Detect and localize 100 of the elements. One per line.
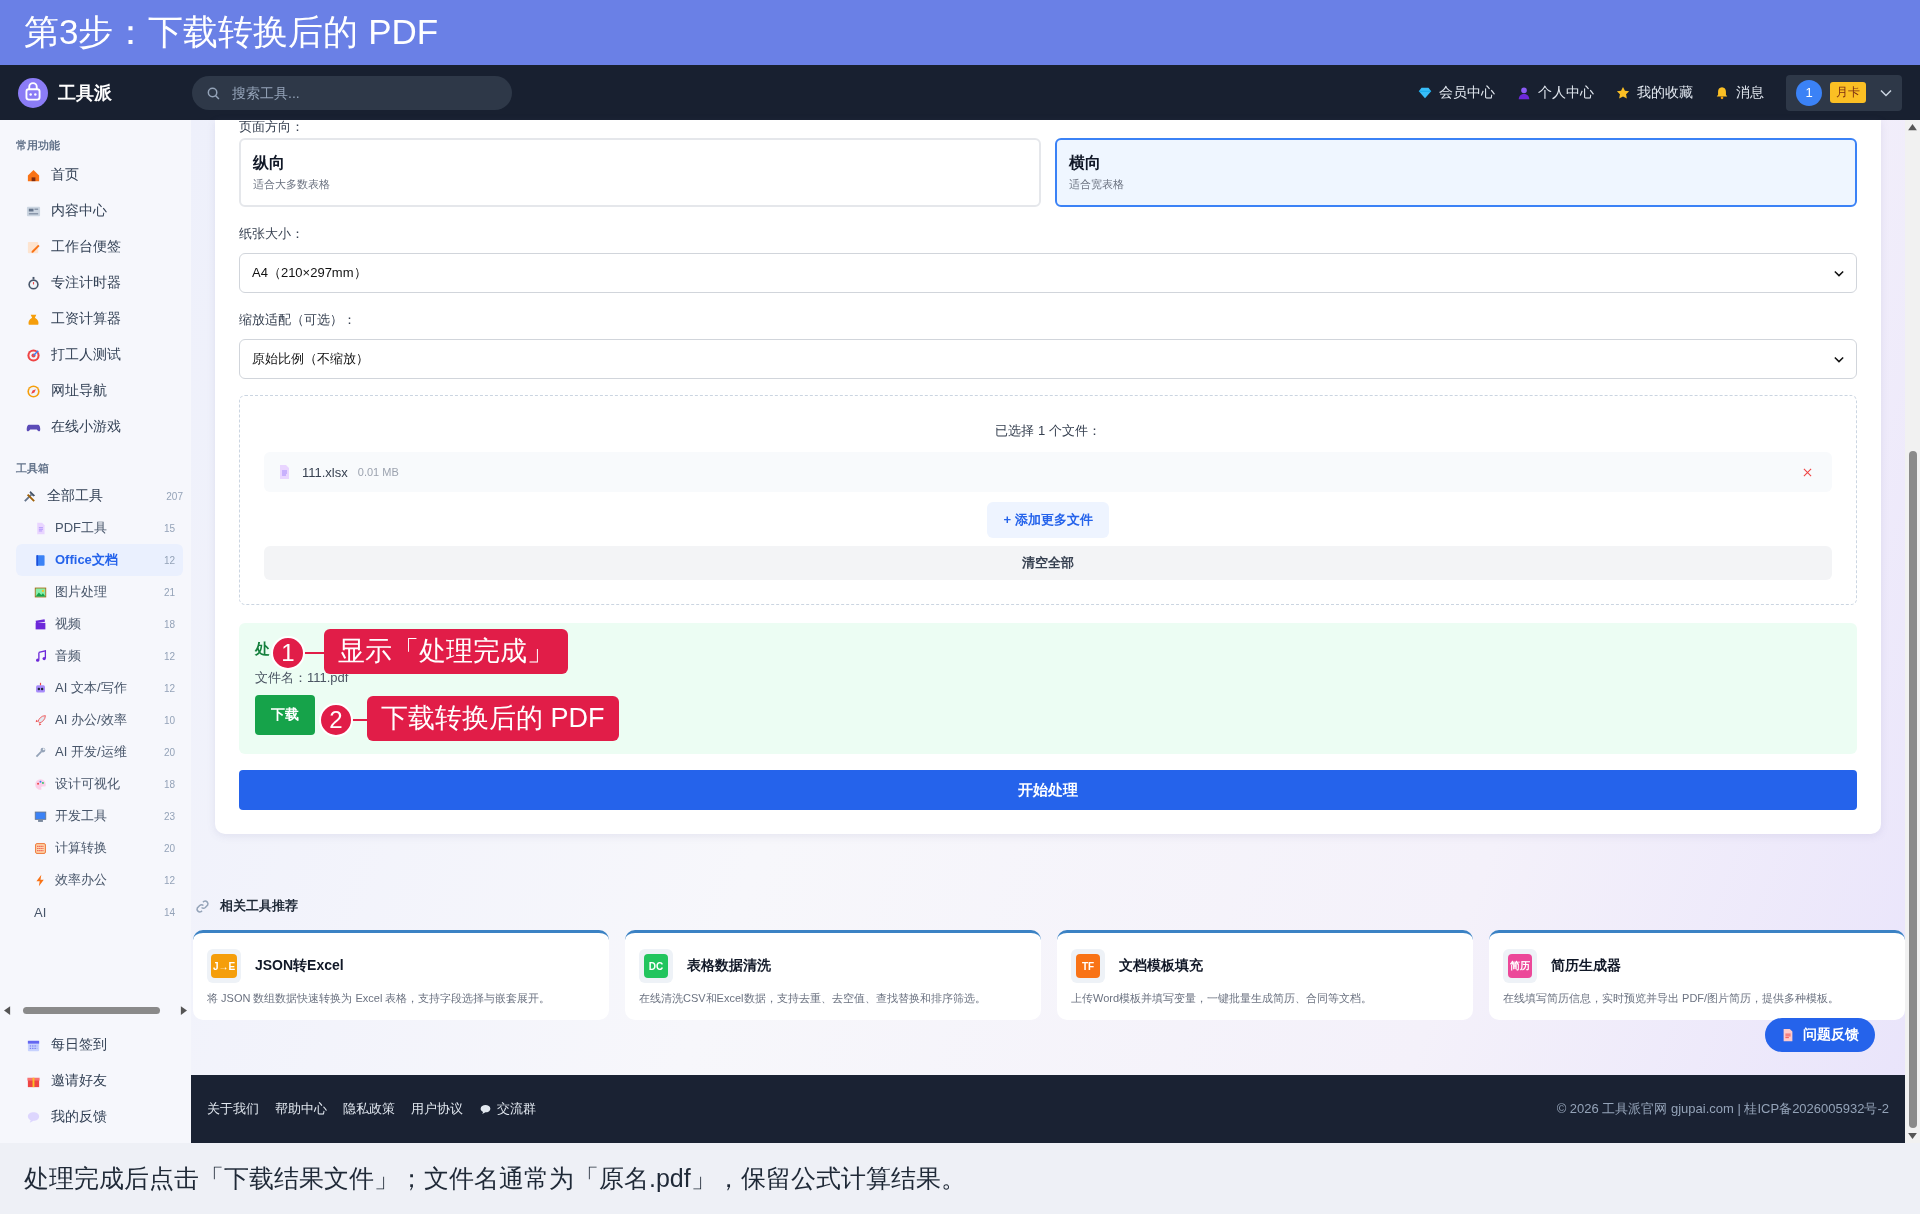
avatar: 1 — [1796, 79, 1822, 106]
chevron-down-icon — [1834, 269, 1844, 277]
tool-name: 简历生成器 — [1551, 957, 1621, 975]
sidebar-item[interactable]: 网址导航 — [0, 373, 191, 409]
tool-badge: TF — [1076, 954, 1100, 978]
picture-icon — [34, 585, 47, 599]
nav-link[interactable]: 会员中心 — [1418, 83, 1495, 102]
nav-link[interactable]: 消息 — [1715, 83, 1764, 102]
sidebar-item[interactable]: 开发工具 23 — [16, 800, 183, 832]
section-title: 工具箱 — [15, 461, 50, 476]
sidebar-item[interactable]: 邀请好友 — [0, 1063, 191, 1099]
sidebar-item[interactable]: 效率办公 12 — [16, 864, 183, 896]
note-icon — [26, 239, 41, 255]
tool-badge: DC — [644, 954, 668, 978]
copyright-text: © 2026 工具派官网 gjupai.com | 桂ICP备2026005932号-2 — [1556, 1100, 1889, 1118]
speech-bubble-icon — [26, 1109, 41, 1125]
logo-icon[interactable] — [18, 77, 48, 108]
speech-bubble-icon — [479, 1102, 492, 1116]
music-note-icon — [34, 649, 47, 663]
wrench-icon — [34, 745, 47, 759]
plan-badge: 月卡 — [1830, 82, 1866, 103]
start-button[interactable]: 开始处理 — [239, 770, 1857, 810]
sidebar-item[interactable]: Office文档 12 — [16, 544, 183, 576]
link-icon — [195, 898, 210, 914]
section-title: 相关工具推荐 — [220, 897, 298, 915]
nav-link[interactable]: 我的收藏 — [1616, 83, 1693, 102]
orientation-option[interactable]: 横向 适合宽表格 — [1055, 138, 1857, 207]
sidebar-item[interactable]: 工资计算器 — [0, 301, 191, 337]
tools-icon — [22, 488, 37, 504]
document-icon — [1781, 1028, 1795, 1042]
sidebar-item[interactable]: 我的反馈 — [0, 1099, 191, 1135]
tool-description: 将 JSON 数组数据快速转换为 Excel 表格，支持字段选择与嵌套展开。 — [207, 991, 552, 1006]
sidebar-item[interactable]: 每日签到 — [0, 1027, 191, 1063]
sidebar-item[interactable]: AI 办公/效率 10 — [16, 704, 183, 736]
sidebar-item[interactable]: 首页 — [0, 157, 191, 193]
sidebar-item[interactable]: 全部工具 207 — [0, 480, 191, 512]
step-number-badge: 1 — [271, 636, 305, 670]
field-label: 纸张大小： — [239, 225, 305, 243]
tool-description: 在线填写简历信息，实时预览并导出 PDF/图片简历，提供多种模板。 — [1503, 991, 1841, 1006]
scroll-left-arrow-icon[interactable] — [4, 1005, 11, 1015]
tool-name: 文档模板填充 — [1119, 957, 1203, 975]
compass-icon — [26, 383, 41, 399]
sidebar-item[interactable]: 图片处理 21 — [16, 576, 183, 608]
chevron-down-icon — [1880, 88, 1892, 97]
user-menu-button[interactable]: 1 月卡 — [1786, 74, 1902, 111]
sidebar-item[interactable]: AI 14 — [16, 896, 183, 928]
clear-all-button[interactable]: 清空全部 — [264, 546, 1832, 580]
sidebar-item[interactable]: AI 开发/运维 20 — [16, 736, 183, 768]
sidebar-item[interactable]: 工作台便签 — [0, 229, 191, 265]
tool-description: 上传Word模板并填写变量，一键批量生成简历、合同等文档。 — [1071, 991, 1374, 1006]
vertical-scrollbar[interactable] — [1905, 120, 1920, 1143]
sidebar-item[interactable]: 音频 12 — [16, 640, 183, 672]
sidebar-item[interactable]: 视频 18 — [16, 608, 183, 640]
sidebar-item[interactable]: 打工人测试 — [0, 337, 191, 373]
sidebar-item[interactable]: 专注计时器 — [0, 265, 191, 301]
tool-card[interactable]: J→E JSON转Excel 将 JSON 数组数据快速转换为 Excel 表格，支持字段选择与嵌套展开。 — [193, 930, 609, 1020]
footer-link[interactable]: 交流群 — [479, 1100, 536, 1118]
clapperboard-icon — [34, 617, 47, 631]
scroll-up-arrow-icon[interactable] — [1908, 124, 1917, 131]
footer-link[interactable]: 用户协议 — [411, 1100, 463, 1118]
callout-label: 下载转换后的 PDF — [367, 696, 619, 741]
sidebar-item[interactable]: 在线小游戏 — [0, 409, 191, 445]
footer-link[interactable]: 帮助中心 — [275, 1100, 327, 1118]
sidebar-item[interactable]: PDF工具 15 — [16, 512, 183, 544]
orientation-option[interactable]: 纵向 适合大多数表格 — [239, 138, 1041, 207]
search-icon — [206, 85, 221, 101]
robot-icon — [34, 681, 47, 695]
rocket-icon — [34, 713, 47, 727]
nav-link[interactable]: 个人中心 — [1517, 83, 1594, 102]
scale-select[interactable]: 原始比例（不缩放） — [239, 339, 1857, 379]
site-name[interactable]: 工具派 — [58, 80, 112, 105]
search-field[interactable]: 搜索工具... — [192, 75, 512, 110]
tool-card[interactable]: 简历 简历生成器 在线填写简历信息，实时预览并导出 PDF/图片简历，提供多种模板。 — [1489, 930, 1905, 1020]
scroll-down-arrow-icon[interactable] — [1908, 1132, 1917, 1139]
chevron-down-icon — [1834, 355, 1844, 363]
document-icon — [34, 521, 47, 535]
step-number-badge: 2 — [319, 703, 353, 737]
footer-link[interactable]: 关于我们 — [207, 1100, 259, 1118]
person-icon — [1517, 85, 1531, 100]
selected-files-heading: 已选择 1 个文件： — [995, 422, 1101, 440]
feedback-button[interactable]: 问题反馈 — [1765, 1018, 1875, 1052]
tool-name: JSON转Excel — [255, 957, 344, 975]
sidebar-item[interactable]: 设计可视化 18 — [16, 768, 183, 800]
sidebar-item[interactable]: 计算转换 20 — [16, 832, 183, 864]
footer-link[interactable]: 隐私政策 — [343, 1100, 395, 1118]
sidebar-item[interactable]: AI 文本/写作 12 — [16, 672, 183, 704]
add-files-button[interactable]: + 添加更多文件 — [987, 502, 1109, 538]
stopwatch-icon — [26, 275, 41, 291]
tool-card[interactable]: TF 文档模板填充 上传Word模板并填写变量，一键批量生成简历、合同等文档。 — [1057, 930, 1473, 1020]
tool-name: 表格数据清洗 — [687, 957, 771, 975]
paper-size-select[interactable]: A4（210×297mm） — [239, 253, 1857, 293]
scroll-right-arrow-icon[interactable] — [180, 1005, 187, 1015]
tool-description: 在线清洗CSV和Excel数据，支持去重、去空值、查找替换和排序筛选。 — [639, 991, 987, 1006]
close-icon[interactable] — [1803, 467, 1812, 477]
sidebar-item[interactable]: 内容中心 — [0, 193, 191, 229]
tool-badge: 简历 — [1508, 954, 1532, 978]
palette-icon — [34, 777, 47, 791]
step-title: 第3步：下载转换后的 PDF — [24, 11, 439, 53]
monitor-icon — [34, 809, 47, 823]
tool-card[interactable]: DC 表格数据清洗 在线清洗CSV和Excel数据，支持去重、去空值、查找替换和排序筛选。 — [625, 930, 1041, 1020]
